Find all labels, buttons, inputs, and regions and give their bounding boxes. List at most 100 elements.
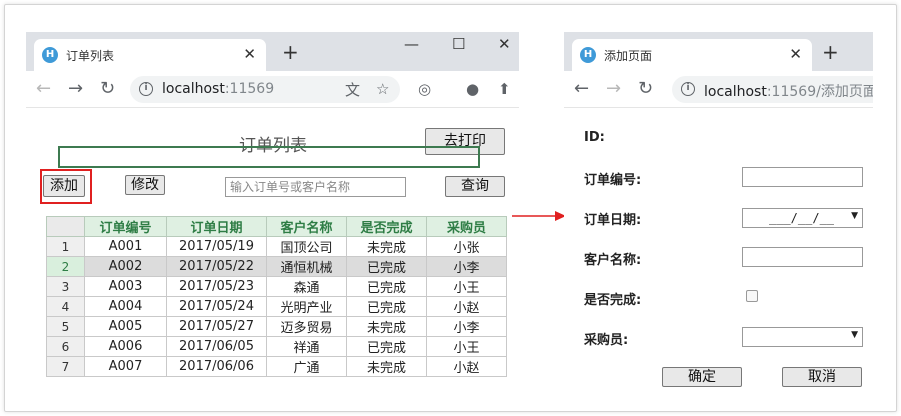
query-button[interactable]: 查询 <box>445 176 505 197</box>
done-status-cell[interactable]: 未完成 <box>346 356 427 377</box>
update-icon[interactable]: ⬆ <box>498 80 511 98</box>
customer-cell[interactable]: 广通 <box>266 356 347 377</box>
order-number-label: 订单编号: <box>584 173 642 188</box>
cancel-button[interactable]: 取消 <box>782 367 862 387</box>
customer-cell[interactable]: 光明产业 <box>266 296 347 317</box>
row-number[interactable]: 3 <box>46 276 85 297</box>
order-id-cell[interactable]: A005 <box>84 316 167 337</box>
row-number[interactable]: 1 <box>46 236 85 257</box>
done-status-cell[interactable]: 已完成 <box>346 256 427 277</box>
site-info-icon[interactable]: i <box>681 82 695 96</box>
table-row[interactable]: 6 A006 2017/06/05 祥通 已完成 小王 <box>46 336 507 357</box>
row-number[interactable]: 2 <box>46 256 85 277</box>
address-bar[interactable]: i localhost:11569 文 ☆ <box>130 76 400 103</box>
edit-button[interactable]: 修改 <box>125 175 165 195</box>
profile-icon[interactable]: ● <box>466 80 479 98</box>
order-date-cell[interactable]: 2017/05/27 <box>166 316 267 337</box>
page-title: 订单列表 <box>239 136 307 156</box>
id-label: ID: <box>584 130 605 145</box>
table-row-selected[interactable]: 2 A002 2017/05/22 通恒机械 已完成 小李 <box>46 256 507 277</box>
order-id-cell[interactable]: A001 <box>84 236 167 257</box>
column-header[interactable]: 订单日期 <box>166 216 267 237</box>
customer-cell[interactable]: 迈多贸易 <box>266 316 347 337</box>
buyer-cell[interactable]: 小王 <box>426 336 507 357</box>
tab-title: 订单列表 <box>66 49 115 63</box>
order-id-cell[interactable]: A004 <box>84 296 167 317</box>
order-number-input[interactable] <box>742 167 863 187</box>
reload-icon[interactable]: ↻ <box>638 78 653 100</box>
tab-strip: H 添加页面 ✕ + <box>564 32 873 71</box>
window-close-icon[interactable]: ✕ <box>498 34 511 54</box>
customer-cell[interactable]: 通恒机械 <box>266 256 347 277</box>
buyer-cell[interactable]: 小李 <box>426 316 507 337</box>
extension-icon[interactable]: ◎ <box>418 80 431 98</box>
table-row[interactable]: 7 A007 2017/06/06 广通 未完成 小赵 <box>46 356 507 377</box>
buyer-select[interactable]: ▼ <box>742 327 863 347</box>
row-number[interactable]: 7 <box>46 356 85 377</box>
translate-icon[interactable]: 文 <box>345 81 360 99</box>
row-number[interactable]: 4 <box>46 296 85 317</box>
row-number[interactable]: 6 <box>46 336 85 357</box>
done-status-label: 是否完成: <box>584 293 642 308</box>
close-tab-icon[interactable]: ✕ <box>789 45 802 63</box>
done-status-cell[interactable]: 已完成 <box>346 296 427 317</box>
new-tab-icon[interactable]: + <box>822 42 839 62</box>
order-id-cell[interactable]: A002 <box>84 256 167 277</box>
close-tab-icon[interactable]: ✕ <box>243 45 256 63</box>
order-date-cell[interactable]: 2017/05/23 <box>166 276 267 297</box>
customer-cell[interactable]: 祥通 <box>266 336 347 357</box>
buyer-cell[interactable]: 小赵 <box>426 296 507 317</box>
table-row[interactable]: 5 A005 2017/05/27 迈多贸易 未完成 小李 <box>46 316 507 337</box>
site-info-icon[interactable]: i <box>139 82 153 96</box>
table-corner-cell[interactable] <box>46 216 85 237</box>
order-date-picker[interactable]: ___/__/__ ▼ <box>742 208 863 228</box>
column-header[interactable]: 订单编号 <box>84 216 167 237</box>
url-path: :11569/添加页面 <box>766 84 873 100</box>
order-date-cell[interactable]: 2017/06/05 <box>166 336 267 357</box>
address-bar[interactable]: i localhost:11569/添加页面 <box>672 76 873 103</box>
table-row[interactable]: 3 A003 2017/05/23 森通 已完成 小王 <box>46 276 507 297</box>
row-number[interactable]: 5 <box>46 316 85 337</box>
done-status-cell[interactable]: 未完成 <box>346 316 427 337</box>
column-header[interactable]: 客户名称 <box>266 216 347 237</box>
forward-icon[interactable]: → <box>606 78 621 100</box>
bookmark-star-icon[interactable]: ☆ <box>376 80 389 98</box>
column-header[interactable]: 采购员 <box>426 216 507 237</box>
column-header[interactable]: 是否完成 <box>346 216 427 237</box>
done-status-cell[interactable]: 已完成 <box>346 276 427 297</box>
customer-name-input[interactable] <box>742 247 863 267</box>
search-input[interactable] <box>225 177 406 197</box>
maximize-icon[interactable]: ☐ <box>452 34 465 54</box>
order-id-cell[interactable]: A006 <box>84 336 167 357</box>
buyer-cell[interactable]: 小李 <box>426 256 507 277</box>
order-date-cell[interactable]: 2017/05/24 <box>166 296 267 317</box>
done-checkbox[interactable] <box>746 290 758 302</box>
customer-cell[interactable]: 国顶公司 <box>266 236 347 257</box>
url-port: :11569 <box>224 81 275 97</box>
minimize-icon[interactable]: — <box>404 34 419 54</box>
order-id-cell[interactable]: A003 <box>84 276 167 297</box>
table-row[interactable]: 4 A004 2017/05/24 光明产业 已完成 小赵 <box>46 296 507 317</box>
table-row[interactable]: 1 A001 2017/05/19 国顶公司 未完成 小张 <box>46 236 507 257</box>
buyer-cell[interactable]: 小赵 <box>426 356 507 377</box>
buyer-cell[interactable]: 小张 <box>426 236 507 257</box>
print-button[interactable]: 去打印 <box>425 128 505 155</box>
back-icon[interactable]: ← <box>36 78 51 100</box>
back-icon[interactable]: ← <box>574 78 589 100</box>
order-date-cell[interactable]: 2017/05/22 <box>166 256 267 277</box>
done-status-cell[interactable]: 已完成 <box>346 336 427 357</box>
done-status-cell[interactable]: 未完成 <box>346 236 427 257</box>
order-date-cell[interactable]: 2017/05/19 <box>166 236 267 257</box>
forward-icon[interactable]: → <box>68 78 83 100</box>
tab-add-page[interactable]: H 添加页面 ✕ <box>572 39 812 71</box>
confirm-button[interactable]: 确定 <box>662 367 742 387</box>
buyer-cell[interactable]: 小王 <box>426 276 507 297</box>
browser-toolbar: ← → ↻ i localhost:11569/添加页面 <box>564 71 873 108</box>
order-id-cell[interactable]: A007 <box>84 356 167 377</box>
customer-name-label: 客户名称: <box>584 253 642 268</box>
new-tab-icon[interactable]: + <box>282 42 299 62</box>
customer-cell[interactable]: 森通 <box>266 276 347 297</box>
tab-orders[interactable]: H 订单列表 ✕ <box>34 39 266 71</box>
reload-icon[interactable]: ↻ <box>100 78 115 100</box>
order-date-cell[interactable]: 2017/06/06 <box>166 356 267 377</box>
